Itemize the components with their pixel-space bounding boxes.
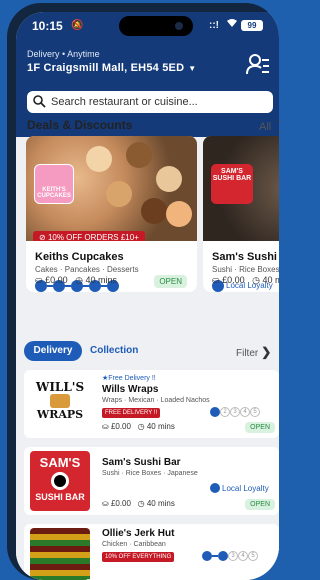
clock-icon: ◷ [137, 499, 145, 508]
search-icon [33, 95, 46, 108]
restaurant-row[interactable]: Ollie's Jerk Hut Chicken · Caribbean 10%… [24, 524, 279, 580]
app-screen: 10:15 🔕 ::! 99 Delivery • Anytime 1F Cra… [16, 12, 279, 580]
wifi-icon [226, 18, 238, 31]
chevron-down-icon: ▼ [188, 64, 197, 73]
section-title: Deals & Discounts [27, 118, 133, 132]
loyalty-stamps: 2345 [210, 407, 260, 417]
phone-frame: 10:15 🔕 ::! 99 Delivery • Anytime 1F Cra… [7, 3, 279, 580]
address-selector[interactable]: 1F Craigsmill Mall, EH54 5ED ▼ [27, 62, 196, 74]
offer-badge: FREE DELIVERY !! [102, 408, 161, 418]
cuisine-list: Sushi · Rice Boxes · J [212, 265, 279, 274]
restaurant-name: Ollie's Jerk Hut [102, 528, 175, 539]
cuisine-list: Cakes · Pancakes · Desserts [35, 265, 139, 274]
notification-muted-icon: 🔕 [71, 20, 84, 31]
dynamic-island [119, 16, 193, 36]
cuisine-list: Sushi · Rice Boxes · Japanese [102, 470, 198, 477]
cuisine-list: Wraps · Mexican · Loaded Nachos [102, 397, 210, 404]
restaurant-row[interactable]: WILL'S WRAPS ★Free Delivery !! Wills Wra… [24, 370, 279, 438]
basket-icon: ⛀ [102, 499, 109, 508]
clock-icon: ◷ [252, 275, 260, 285]
restaurant-name: Sam's Sushi Bar [212, 251, 279, 263]
status-time: 10:15 [32, 19, 63, 33]
deal-card[interactable]: SAM'S SUSHI BAR Sam's Sushi Bar Sushi · … [203, 136, 279, 292]
see-all-link[interactable]: All❯ [259, 118, 279, 134]
search-placeholder: Search restaurant or cuisine... [51, 96, 198, 108]
offer-tag: ⊘ 10% OFF ORDERS £10+ [33, 231, 145, 241]
clock-icon: ◷ [137, 422, 145, 431]
delivery-info: ⛀ £0.00 ◷ 40 min [212, 275, 279, 285]
status-badge: OPEN [245, 499, 275, 510]
restaurant-name: Keiths Cupcakes [35, 251, 124, 263]
restaurant-row[interactable]: SAM'S SUSHI BAR Sam's Sushi Bar Sushi · … [24, 447, 279, 515]
chevron-right-icon: ❯ [261, 345, 272, 359]
see-all-label: All [259, 121, 272, 133]
status-bar: 10:15 🔕 ::! 99 [16, 12, 279, 38]
battery-indicator: 99 [241, 20, 263, 31]
loyalty-stamps: 345 [202, 551, 258, 561]
delivery-info: ⛀ £0.00 ◷ 40 mins [102, 422, 175, 431]
restaurant-banner-image: KEITH'S CUPCAKES ⊘ 10% OFF ORDERS £10+ [26, 136, 197, 241]
delivery-info: ⛀ £0.00 ◷ 40 mins [102, 499, 175, 508]
tab-delivery[interactable]: Delivery [24, 341, 82, 361]
basket-icon: ⛀ [212, 275, 220, 285]
delivery-info: ⛀ £0.00 ◷ 40 mins [35, 275, 117, 285]
filter-button[interactable]: Filter ❯ [236, 345, 271, 359]
restaurant-name: Sam's Sushi Bar [102, 457, 181, 468]
offer-badge: 10% OFF EVERYTHING [102, 552, 175, 562]
restaurant-list-section: Delivery Collection Filter ❯ WILL'S WRAPS… [16, 292, 279, 580]
promo-label: ★Free Delivery !! [102, 375, 156, 382]
restaurant-banner-image: SAM'S SUSHI BAR [203, 136, 279, 241]
delivery-mode[interactable]: Delivery • Anytime [27, 49, 100, 59]
chevron-right-icon: ❯ [275, 118, 279, 133]
signal-icon: ::! [209, 20, 219, 31]
restaurant-logo: SAM'S SUSHI BAR [211, 164, 253, 204]
restaurant-logo: SAM'S SUSHI BAR [30, 451, 90, 511]
loyalty-badge: Local Loyalty [210, 483, 269, 493]
restaurant-name: Wills Wraps [102, 384, 159, 395]
deal-card[interactable]: KEITH'S CUPCAKES ⊘ 10% OFF ORDERS £10+ K… [26, 136, 197, 292]
restaurant-logo: WILL'S WRAPS [30, 374, 90, 434]
status-badge: OPEN [154, 275, 187, 288]
clock-icon: ◷ [75, 275, 83, 285]
profile-menu-icon[interactable] [245, 52, 271, 78]
status-badge: OPEN [245, 422, 275, 433]
tab-collection[interactable]: Collection [90, 345, 138, 356]
basket-icon: ⛀ [102, 422, 109, 431]
address-text: 1F Craigsmill Mall, EH54 5ED [27, 62, 185, 74]
restaurant-logo: KEITH'S CUPCAKES [34, 164, 74, 204]
restaurant-logo [30, 528, 90, 580]
search-input[interactable]: Search restaurant or cuisine... [27, 91, 273, 113]
basket-icon: ⛀ [35, 275, 43, 285]
cuisine-list: Chicken · Caribbean [102, 541, 166, 548]
